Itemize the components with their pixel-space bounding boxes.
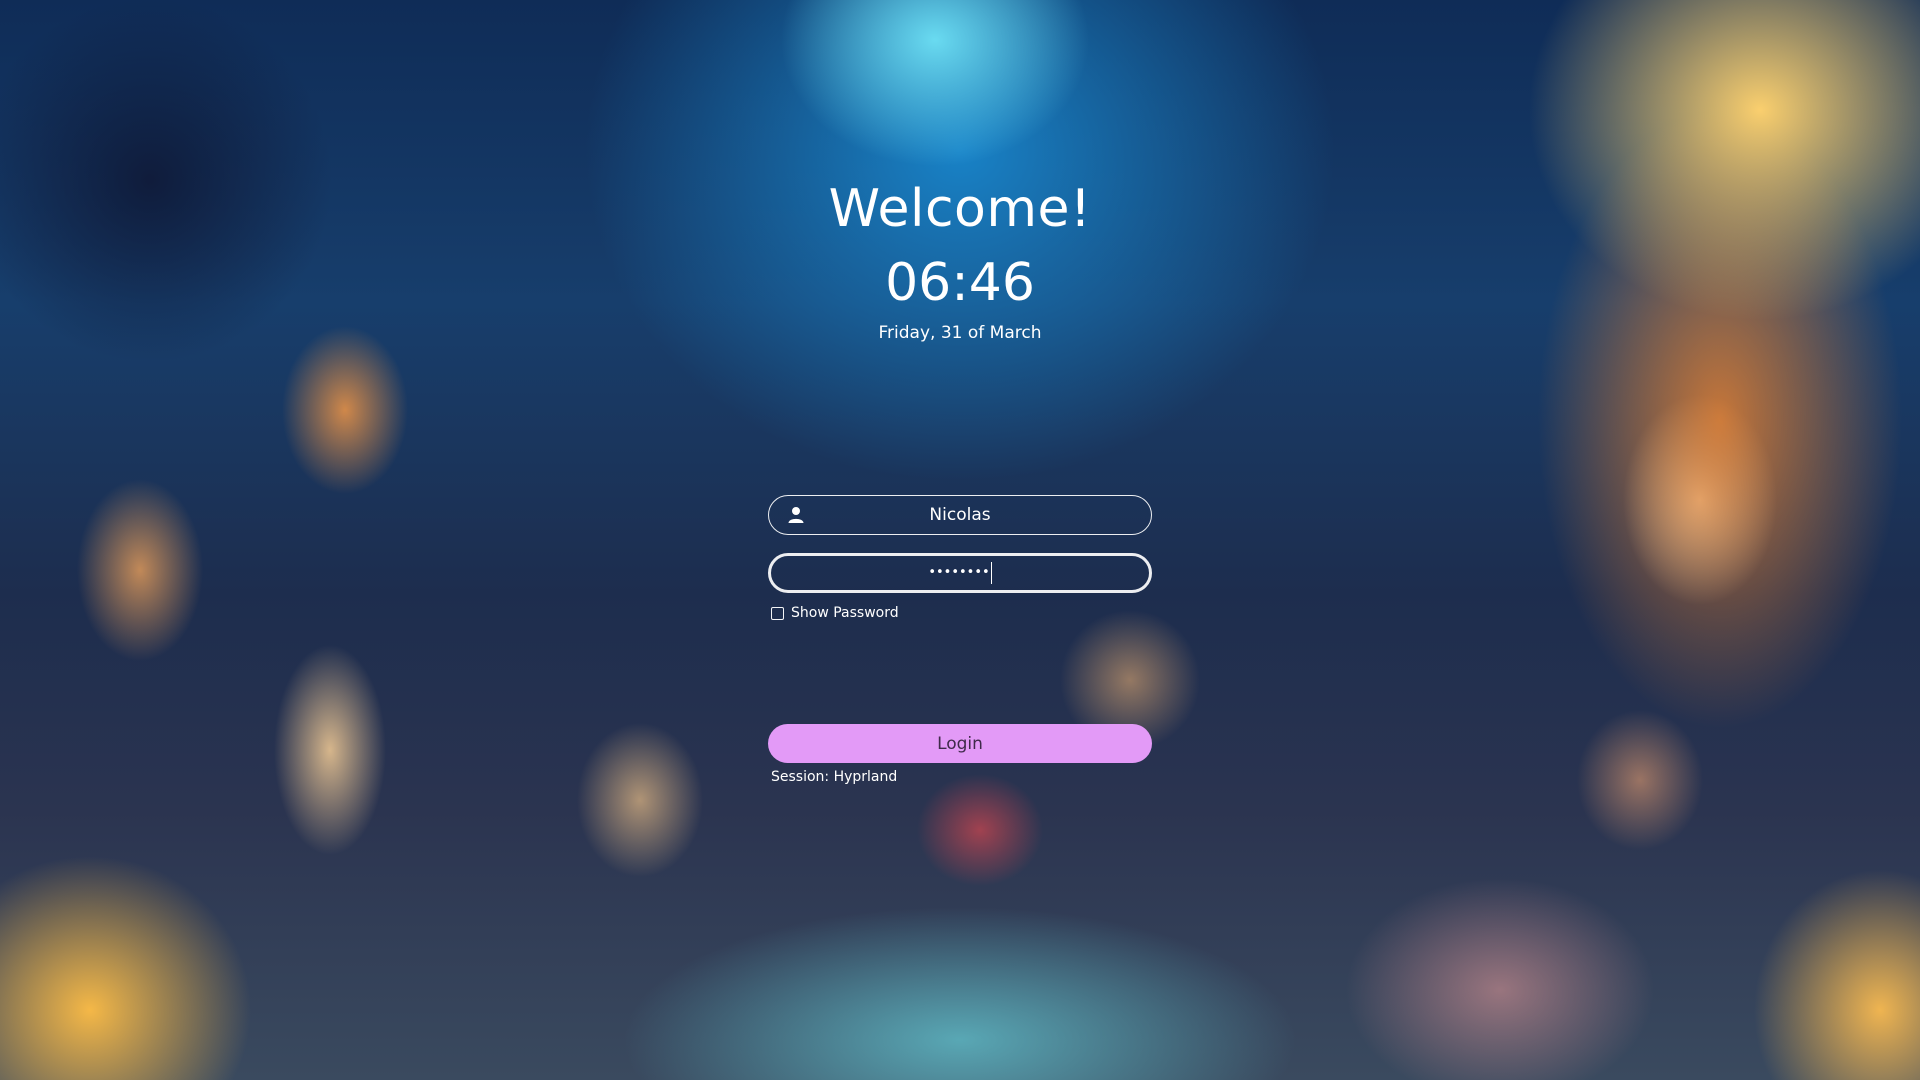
show-password-label: Show Password xyxy=(791,605,899,621)
text-cursor xyxy=(990,562,992,584)
show-password-checkbox[interactable]: Show Password xyxy=(771,604,899,622)
password-field[interactable]: •••••••• xyxy=(768,553,1152,593)
username-field[interactable]: Nicolas xyxy=(768,495,1152,535)
welcome-heading: Welcome! xyxy=(828,179,1092,239)
login-button[interactable]: Login xyxy=(768,724,1152,763)
login-screen: Welcome! 06:46 Friday, 31 of March Nicol… xyxy=(0,0,1920,1080)
date-label: Friday, 31 of March xyxy=(878,323,1042,343)
checkbox-box[interactable] xyxy=(771,606,784,620)
password-mask: •••••••• xyxy=(928,565,990,580)
clock: 06:46 xyxy=(885,253,1035,313)
username-value: Nicolas xyxy=(929,505,991,525)
session-label: Session: Hyprland xyxy=(771,769,898,785)
user-icon xyxy=(787,506,805,524)
